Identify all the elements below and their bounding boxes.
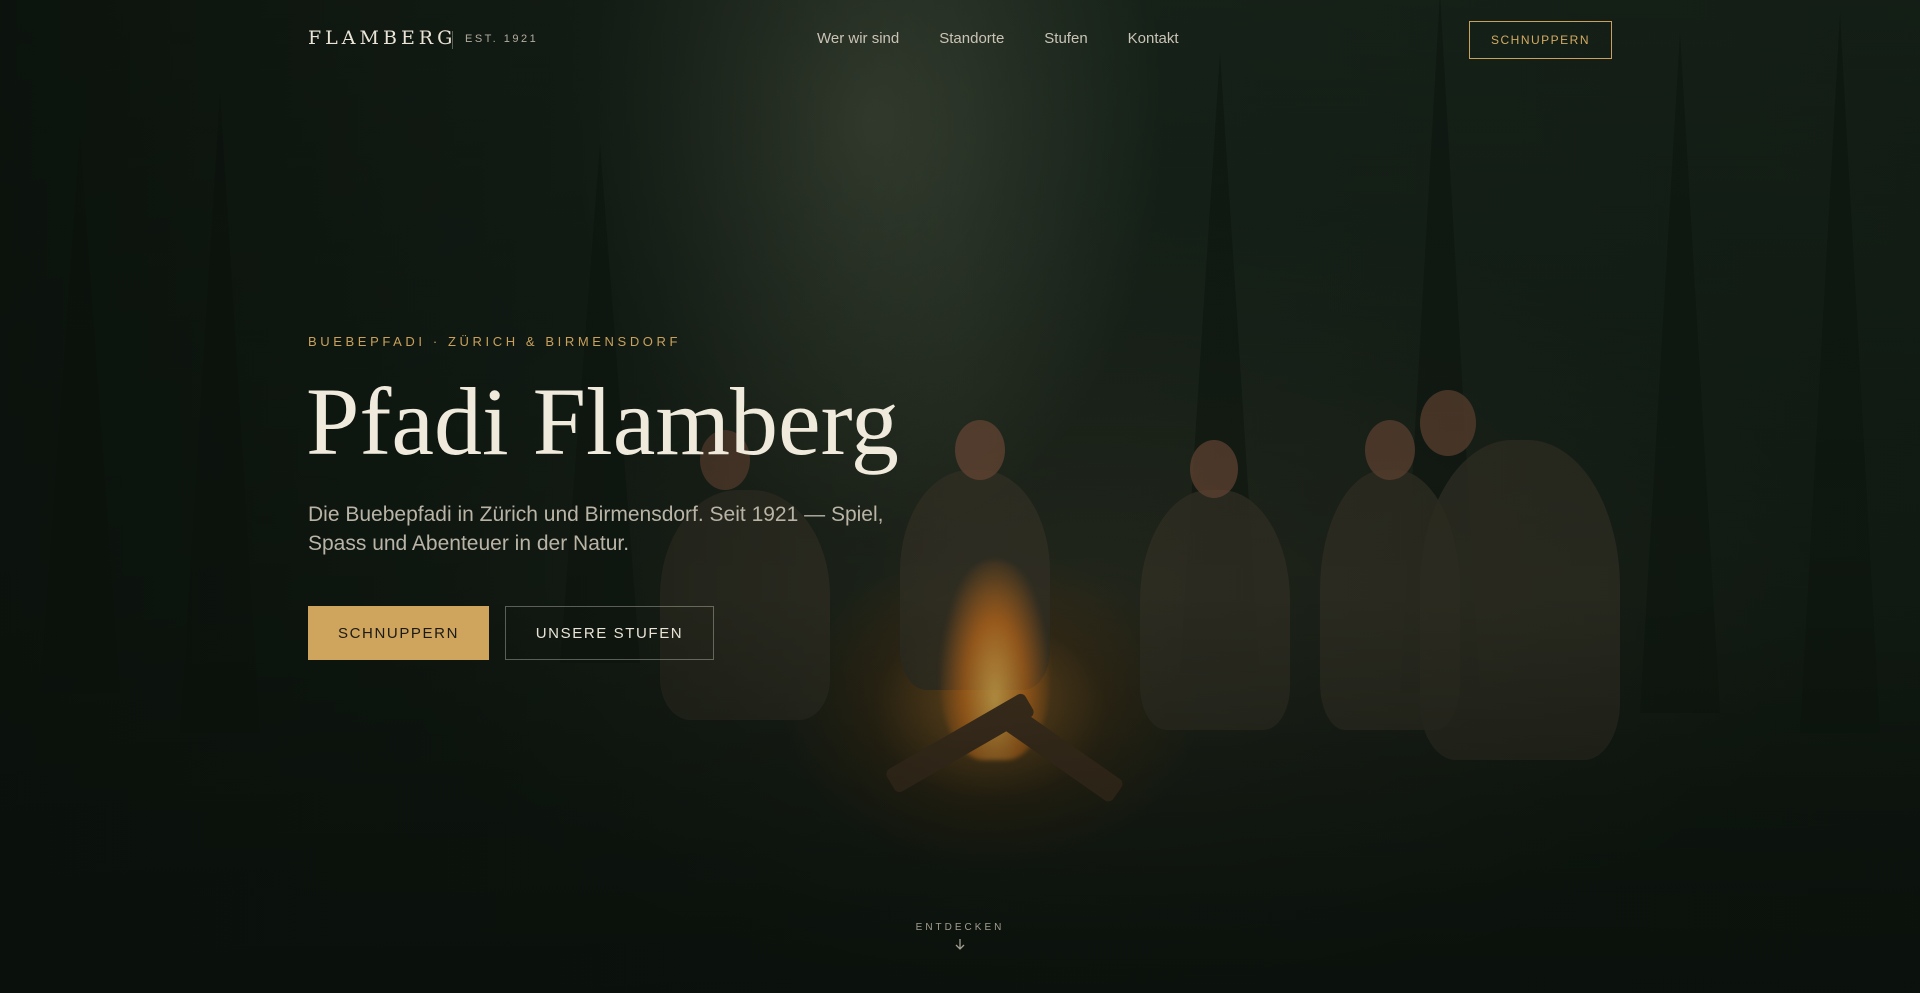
nav-item-kontakt[interactable]: Kontakt — [1128, 30, 1179, 47]
nav-item-wer-wir-sind[interactable]: Wer wir sind — [817, 30, 899, 47]
established-label: EST. 1921 — [465, 33, 539, 45]
hero-subtitle: Die Buebepfadi in Zürich und Birmensdorf… — [308, 503, 884, 555]
site-header: FLAMBERG EST. 1921 Wer wir sind Standort… — [0, 0, 1920, 80]
logo-divider — [452, 31, 453, 49]
header-schnuppern-button[interactable]: SCHNUPPERN — [1469, 21, 1612, 59]
hero-overlay — [0, 0, 1920, 993]
site-logo[interactable]: FLAMBERG — [308, 27, 456, 49]
scroll-hint-label: ENTDECKEN — [915, 922, 1005, 933]
schnuppern-button[interactable]: SCHNUPPERN — [308, 606, 489, 660]
main-nav: Wer wir sind Standorte Stufen Kontakt — [817, 30, 1179, 47]
scroll-hint[interactable]: ENTDECKEN — [900, 922, 1020, 951]
hero-eyebrow: BUEBEPFADI · ZÜRICH & BIRMENSDORF — [308, 334, 682, 349]
hero-title: Pfadi Flamberg — [306, 368, 899, 475]
nav-item-stufen[interactable]: Stufen — [1044, 30, 1087, 47]
hero-section: FLAMBERG EST. 1921 Wer wir sind Standort… — [0, 0, 1920, 993]
nav-item-standorte[interactable]: Standorte — [939, 30, 1004, 47]
unsere-stufen-button[interactable]: UNSERE STUFEN — [505, 606, 714, 660]
arrow-down-icon — [955, 939, 965, 950]
